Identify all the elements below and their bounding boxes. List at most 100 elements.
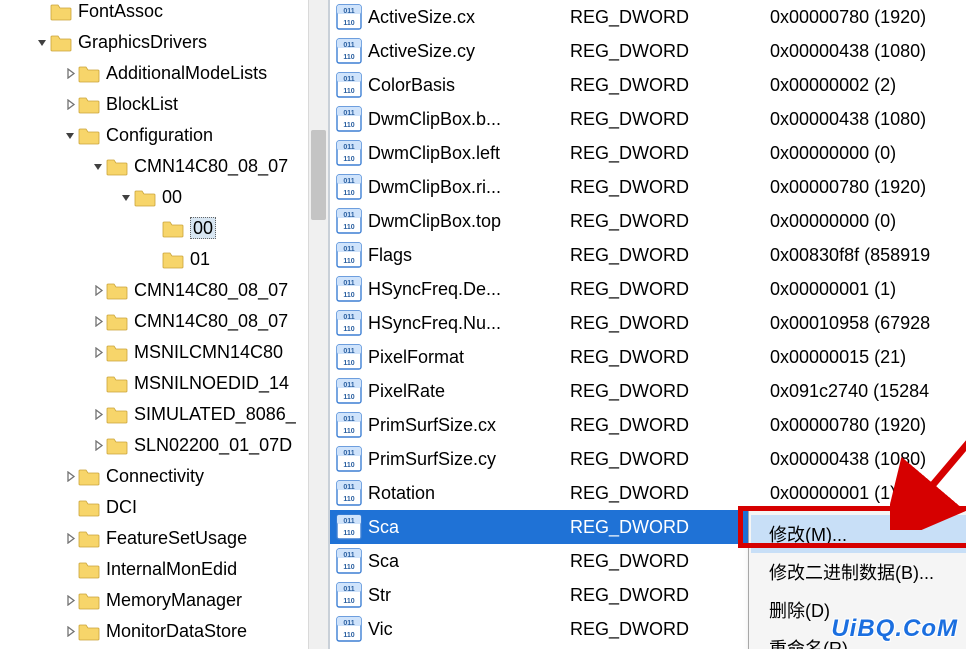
reg-dword-icon: 011 110 — [336, 412, 362, 438]
value-name: Vic — [368, 619, 570, 640]
value-row[interactable]: 011 110 DwmClipBox.leftREG_DWORD0x000000… — [330, 136, 966, 170]
value-name: Rotation — [368, 483, 570, 504]
value-row[interactable]: 011 110 DwmClipBox.ri...REG_DWORD0x00000… — [330, 170, 966, 204]
chevron-right-icon[interactable] — [62, 97, 78, 113]
chevron-right-icon[interactable] — [90, 345, 106, 361]
ctx-modify-binary[interactable]: 修改二进制数据(B)... — [751, 553, 966, 591]
value-row[interactable]: 011 110 HSyncFreq.De...REG_DWORD0x000000… — [330, 272, 966, 306]
tree-item-internalmonedid[interactable]: InternalMonEdid — [0, 554, 296, 585]
chevron-right-icon[interactable] — [90, 314, 106, 330]
svg-text:110: 110 — [343, 122, 354, 129]
reg-dword-icon: 011 110 — [336, 4, 362, 30]
value-data: 0x00000000 (0) — [770, 143, 966, 164]
value-name: ColorBasis — [368, 75, 570, 96]
value-row[interactable]: 011 110 ColorBasisREG_DWORD0x00000002 (2… — [330, 68, 966, 102]
chevron-down-icon[interactable] — [90, 159, 106, 175]
tree-item-graphicsdrivers[interactable]: GraphicsDrivers — [0, 27, 296, 58]
tree-item-cmn14c80-08-07[interactable]: CMN14C80_08_07 — [0, 306, 296, 337]
folder-icon — [50, 34, 72, 52]
tree-item-cmn14c80-08-07[interactable]: CMN14C80_08_07 — [0, 151, 296, 182]
value-row[interactable]: 011 110 DwmClipBox.topREG_DWORD0x0000000… — [330, 204, 966, 238]
folder-icon — [78, 530, 100, 548]
chevron-right-icon[interactable] — [62, 593, 78, 609]
value-data: 0x00830f8f (858919 — [770, 245, 966, 266]
chevron-down-icon[interactable] — [34, 35, 50, 51]
svg-text:110: 110 — [343, 326, 354, 333]
values-pane: 011 110 ActiveSize.cxREG_DWORD0x00000780… — [330, 0, 966, 649]
value-row[interactable]: 011 110 HSyncFreq.Nu...REG_DWORD0x000109… — [330, 306, 966, 340]
chevron-right-icon[interactable] — [90, 407, 106, 423]
reg-dword-icon: 011 110 — [336, 344, 362, 370]
ctx-modify[interactable]: 修改(M)... — [751, 515, 966, 553]
svg-text:011: 011 — [343, 484, 354, 491]
value-row[interactable]: 011 110 PixelFormatREG_DWORD0x00000015 (… — [330, 340, 966, 374]
tree-item-label: Configuration — [106, 125, 213, 145]
value-data: 0x091c2740 (15284 — [770, 381, 966, 402]
folder-icon — [134, 189, 156, 207]
value-row[interactable]: 011 110 ActiveSize.cyREG_DWORD0x00000438… — [330, 34, 966, 68]
value-row[interactable]: 011 110 RotationREG_DWORD0x00000001 (1) — [330, 476, 966, 510]
value-name: Sca — [368, 517, 570, 538]
value-row[interactable]: 011 110 PixelRateREG_DWORD0x091c2740 (15… — [330, 374, 966, 408]
chevron-right-icon[interactable] — [62, 624, 78, 640]
value-type: REG_DWORD — [570, 143, 770, 164]
svg-text:110: 110 — [343, 598, 354, 605]
value-row[interactable]: 011 110 PrimSurfSize.cyREG_DWORD0x000004… — [330, 442, 966, 476]
folder-icon — [78, 592, 100, 610]
chevron-right-icon[interactable] — [62, 469, 78, 485]
tree-item-label: MonitorDataStore — [106, 621, 247, 641]
chevron-right-icon[interactable] — [90, 283, 106, 299]
tree-item-msnilnoedid-14[interactable]: MSNILNOEDID_14 — [0, 368, 296, 399]
tree-scrollbar-thumb[interactable] — [311, 130, 326, 220]
tree-item-fontassoc[interactable]: FontAssoc — [0, 0, 296, 27]
tree-item-featuresetusage[interactable]: FeatureSetUsage — [0, 523, 296, 554]
tree-scrollbar[interactable] — [308, 0, 328, 649]
tree-item-label: 00 — [162, 187, 182, 207]
tree-item-configuration[interactable]: Configuration — [0, 120, 296, 151]
value-data: 0x00000015 (21) — [770, 347, 966, 368]
value-type: REG_DWORD — [570, 75, 770, 96]
folder-icon — [78, 468, 100, 486]
tree-item-00[interactable]: 00 — [0, 213, 296, 244]
svg-text:110: 110 — [343, 496, 354, 503]
value-type: REG_DWORD — [570, 41, 770, 62]
folder-icon — [78, 623, 100, 641]
value-type: REG_DWORD — [570, 517, 770, 538]
tree-item-cmn14c80-08-07[interactable]: CMN14C80_08_07 — [0, 275, 296, 306]
value-row[interactable]: 011 110 ActiveSize.cxREG_DWORD0x00000780… — [330, 0, 966, 34]
tree-item-monitordatastore[interactable]: MonitorDataStore — [0, 616, 296, 647]
tree-item-dci[interactable]: DCI — [0, 492, 296, 523]
tree-item-memorymanager[interactable]: MemoryManager — [0, 585, 296, 616]
value-row[interactable]: 011 110 FlagsREG_DWORD0x00830f8f (858919 — [330, 238, 966, 272]
tree-item-sln02200-01-07d[interactable]: SLN02200_01_07D — [0, 430, 296, 461]
chevron-down-icon[interactable] — [62, 128, 78, 144]
value-data: 0x00000001 (1) — [770, 279, 966, 300]
value-type: REG_DWORD — [570, 177, 770, 198]
reg-dword-icon: 011 110 — [336, 548, 362, 574]
tree-item-blocklist[interactable]: BlockList — [0, 89, 296, 120]
tree-item-connectivity[interactable]: Connectivity — [0, 461, 296, 492]
value-type: REG_DWORD — [570, 279, 770, 300]
tree-item-00[interactable]: 00 — [0, 182, 296, 213]
tree-item-simulated-8086-[interactable]: SIMULATED_8086_ — [0, 399, 296, 430]
folder-icon — [78, 499, 100, 517]
folder-icon — [78, 127, 100, 145]
tree-item-label: 01 — [190, 249, 210, 269]
folder-icon — [78, 96, 100, 114]
value-type: REG_DWORD — [570, 347, 770, 368]
tree-item-additionalmodelists[interactable]: AdditionalModeLists — [0, 58, 296, 89]
value-row[interactable]: 011 110 DwmClipBox.b...REG_DWORD0x000004… — [330, 102, 966, 136]
chevron-right-icon[interactable] — [62, 66, 78, 82]
tree-item-01[interactable]: 01 — [0, 244, 296, 275]
value-row[interactable]: 011 110 PrimSurfSize.cxREG_DWORD0x000007… — [330, 408, 966, 442]
reg-dword-icon: 011 110 — [336, 208, 362, 234]
value-name: HSyncFreq.De... — [368, 279, 570, 300]
folder-icon — [106, 437, 128, 455]
chevron-right-icon[interactable] — [62, 531, 78, 547]
chevron-down-icon[interactable] — [118, 190, 134, 206]
tree-item-label: 00 — [190, 217, 216, 239]
tree-item-msnilcmn14c80[interactable]: MSNILCMN14C80 — [0, 337, 296, 368]
chevron-right-icon[interactable] — [90, 438, 106, 454]
tree-pane: FontAssoc GraphicsDrivers AdditionalMode… — [0, 0, 330, 649]
value-data: 0x00000780 (1920) — [770, 415, 966, 436]
